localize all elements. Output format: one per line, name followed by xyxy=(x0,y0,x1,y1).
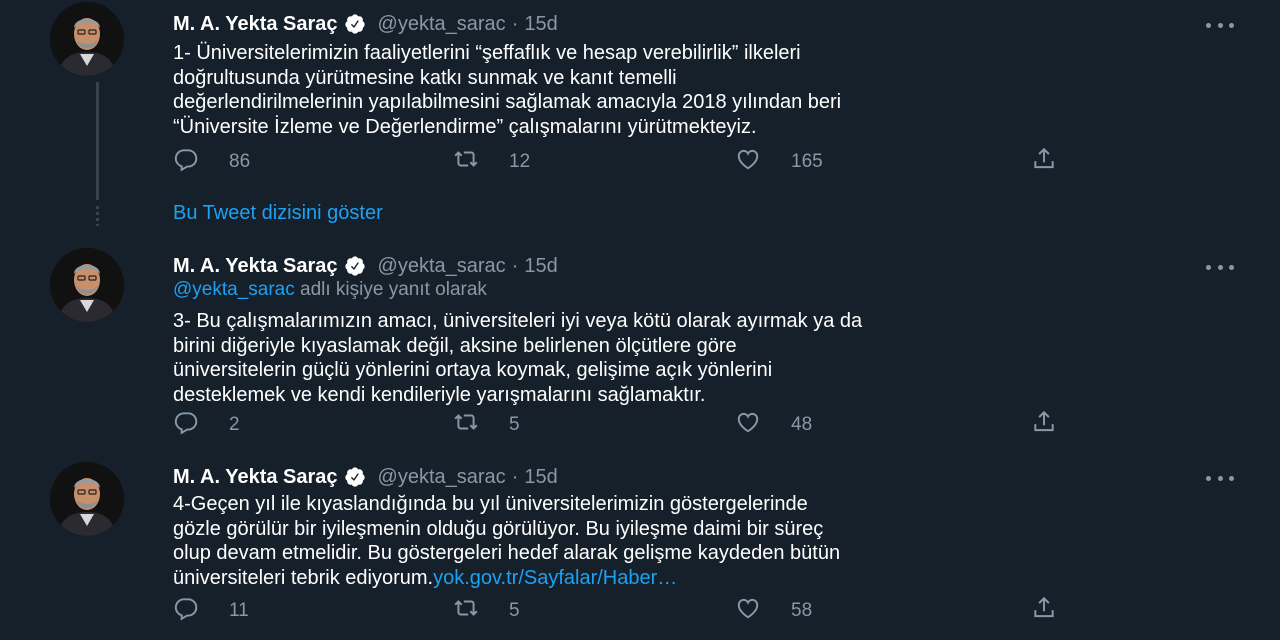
like-icon xyxy=(735,595,761,627)
reply-icon xyxy=(173,409,199,441)
tweet-actions: 2 5 48 xyxy=(173,410,1073,440)
tweet-text: 1- Üniversitelerimizin faaliyetlerini “ş… xyxy=(173,41,1233,139)
reply-button[interactable]: 2 xyxy=(173,410,240,440)
retweet-button[interactable]: 12 xyxy=(453,147,530,177)
separator: · xyxy=(511,465,519,488)
retweet-button[interactable]: 5 xyxy=(453,596,520,626)
like-button[interactable]: 58 xyxy=(735,596,812,626)
retweet-count: 5 xyxy=(509,414,520,435)
share-icon xyxy=(1031,146,1057,178)
verified-badge-icon xyxy=(344,13,366,35)
tweet-text-fragment: üniversiteleri tebrik ediyorum. xyxy=(173,566,434,589)
tweet-text-line-last: üniversiteleri tebrik ediyorum.yok.gov.t… xyxy=(173,566,1233,591)
share-button[interactable] xyxy=(1031,596,1057,626)
reply-mention-link[interactable]: @yekta_sarac xyxy=(173,279,295,300)
tweet-link[interactable]: yok.gov.tr/Sayfalar/Haber… xyxy=(433,567,677,589)
show-thread-link[interactable]: Bu Tweet dizisini göster xyxy=(173,202,383,225)
thread-line xyxy=(96,82,99,200)
author-handle[interactable]: @yekta_sarac xyxy=(378,13,506,36)
tweet-text: 4-Geçen yıl ile kıyaslandığında bu yıl ü… xyxy=(173,492,1233,590)
share-button[interactable] xyxy=(1031,147,1057,177)
reply-button[interactable]: 86 xyxy=(173,147,250,177)
avatar[interactable] xyxy=(50,248,124,322)
tweet-header: M. A. Yekta Saraç @yekta_sarac · 15d xyxy=(173,10,558,38)
tweet-text-line: olup devam etmelidir. Bu göstergeleri he… xyxy=(173,542,841,564)
tweet-header: M. A. Yekta Saraç @yekta_sarac · 15d xyxy=(173,463,558,491)
separator: · xyxy=(511,12,519,35)
tweet-text-line: desteklemek ve kendi kendileriyle yarışm… xyxy=(173,383,706,406)
tweet-1[interactable]: M. A. Yekta Saraç @yekta_sarac · 15d 1- … xyxy=(0,0,1280,200)
author-handle[interactable]: @yekta_sarac xyxy=(378,466,506,489)
tweet-text-line: gözle görülür bir iyileşmenin olduğu gör… xyxy=(173,517,824,540)
share-button[interactable] xyxy=(1031,410,1057,440)
like-icon xyxy=(735,146,761,178)
more-icon[interactable] xyxy=(1206,260,1234,274)
retweet-icon xyxy=(453,146,479,178)
tweet-3[interactable]: M. A. Yekta Saraç @yekta_sarac · 15d 4-G… xyxy=(0,452,1280,640)
share-icon xyxy=(1031,409,1057,441)
share-icon xyxy=(1031,595,1057,627)
tweet-text-line: üniversitelerin güçlü yönlerini ortaya k… xyxy=(173,359,773,381)
avatar[interactable] xyxy=(50,2,124,76)
tweet-text-line: 1- Üniversitelerimizin faaliyetlerini “ş… xyxy=(173,42,801,64)
tweet-header: M. A. Yekta Saraç @yekta_sarac · 15d xyxy=(173,252,558,280)
tweet-text-line: birini diğeriyle kıyaslamak değil, aksin… xyxy=(173,334,737,357)
reply-count: 86 xyxy=(229,151,251,172)
tweet-actions: 86 12 165 xyxy=(173,147,1073,177)
reply-suffix: adlı kişiye yanıt olarak xyxy=(300,279,487,300)
retweet-count: 5 xyxy=(509,600,520,621)
retweet-count: 12 xyxy=(509,151,531,172)
verified-badge-icon xyxy=(344,255,366,277)
tweet-text-line: değerlendirilmelerinin yapılabilmesini s… xyxy=(173,91,842,113)
like-button[interactable]: 48 xyxy=(735,410,812,440)
replying-to: @yekta_sarac adlı kişiye yanıt olarak xyxy=(173,279,487,301)
more-icon[interactable] xyxy=(1206,471,1234,485)
reply-icon xyxy=(173,146,199,178)
reply-button[interactable]: 11 xyxy=(173,596,249,626)
author-handle[interactable]: @yekta_sarac xyxy=(378,255,506,278)
retweet-button[interactable]: 5 xyxy=(453,410,520,440)
tweet-2[interactable]: M. A. Yekta Saraç @yekta_sarac · 15d @ye… xyxy=(0,238,1280,450)
reply-count: 11 xyxy=(229,600,249,621)
author-name[interactable]: M. A. Yekta Saraç xyxy=(173,466,338,489)
tweet-actions: 11 5 58 xyxy=(173,596,1073,626)
reply-icon xyxy=(173,595,199,627)
tweet-text-line: doğrultusunda yürütmesine katkı sunmak v… xyxy=(173,66,677,89)
timestamp[interactable]: 15d xyxy=(524,13,557,36)
like-count: 165 xyxy=(791,151,823,172)
tweet-text: 3- Bu çalışmalarımızın amacı, üniversite… xyxy=(173,309,1233,407)
tweet-text-line: “Üniversite İzleme ve Değerlendirme” çal… xyxy=(173,115,757,138)
tweet-text-line: 4-Geçen yıl ile kıyaslandığında bu yıl ü… xyxy=(173,493,808,515)
timestamp[interactable]: 15d xyxy=(524,466,557,489)
separator: · xyxy=(511,254,519,277)
like-button[interactable]: 165 xyxy=(735,147,823,177)
avatar[interactable] xyxy=(50,462,124,536)
like-count: 58 xyxy=(791,600,813,621)
like-count: 48 xyxy=(791,414,813,435)
retweet-icon xyxy=(453,409,479,441)
author-name[interactable]: M. A. Yekta Saraç xyxy=(173,13,338,36)
timestamp[interactable]: 15d xyxy=(524,255,557,278)
reply-count: 2 xyxy=(229,414,240,435)
retweet-icon xyxy=(453,595,479,627)
like-icon xyxy=(735,409,761,441)
thread-dots xyxy=(96,206,99,226)
verified-badge-icon xyxy=(344,466,366,488)
tweet-text-line: 3- Bu çalışmalarımızın amacı, üniversite… xyxy=(173,310,863,332)
more-icon[interactable] xyxy=(1206,18,1234,32)
author-name[interactable]: M. A. Yekta Saraç xyxy=(173,255,338,278)
show-thread-row: Bu Tweet dizisini göster xyxy=(0,200,1280,230)
